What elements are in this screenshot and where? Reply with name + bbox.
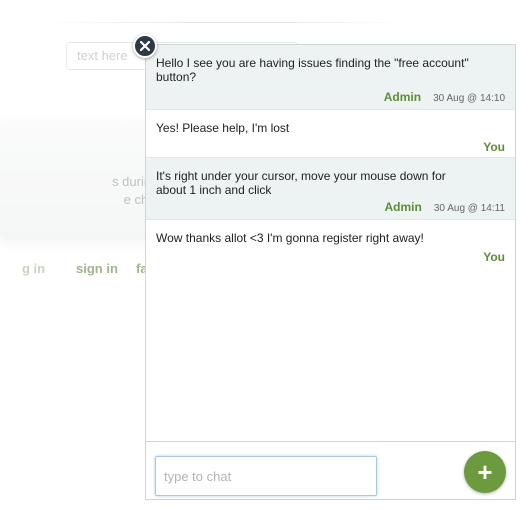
message-timestamp: 30 Aug @ 14:10 [433, 93, 505, 104]
message-list: Hello I see you are having issues findin… [146, 45, 515, 268]
message-meta: Admin 30 Aug @ 14:10 [156, 91, 505, 105]
chat-composer: + [146, 441, 515, 499]
message-meta: You [156, 141, 505, 155]
add-attachment-button[interactable]: + [464, 451, 506, 493]
chat-message-you: Wow thanks allot <3 I'm gonna register r… [146, 220, 515, 268]
message-author: You [483, 250, 505, 264]
message-text: Hello I see you are having issues findin… [156, 56, 469, 84]
message-meta: Admin 30 Aug @ 14:11 [156, 201, 505, 215]
plus-icon: + [477, 457, 493, 487]
background-link-log-in[interactable]: g in [22, 261, 45, 276]
chat-panel: Hello I see you are having issues findin… [145, 44, 516, 500]
chat-message-admin: It's right under your cursor, move your … [146, 158, 515, 220]
background-divider [40, 22, 400, 23]
background-input-placeholder: text here [77, 48, 128, 63]
message-author: Admin [383, 90, 422, 104]
chat-message-admin: Hello I see you are having issues findin… [146, 45, 515, 110]
chat-close-button[interactable] [133, 34, 157, 58]
message-text: Yes! Please help, I'm lost [156, 121, 290, 135]
message-author: Admin [384, 200, 422, 214]
chat-message-you: Yes! Please help, I'm lost You [146, 110, 515, 158]
background-link-sign-in[interactable]: sign in [76, 261, 118, 276]
message-meta: You [156, 251, 505, 265]
message-text: Wow thanks allot <3 I'm gonna register r… [156, 231, 424, 245]
message-timestamp: 30 Aug @ 14:11 [433, 203, 505, 214]
page: text here s during the e chatbox g in si… [0, 0, 521, 509]
chat-input[interactable] [155, 456, 377, 496]
close-icon [140, 41, 150, 51]
message-text: It's right under your cursor, move your … [156, 169, 446, 197]
message-author: You [483, 140, 505, 154]
